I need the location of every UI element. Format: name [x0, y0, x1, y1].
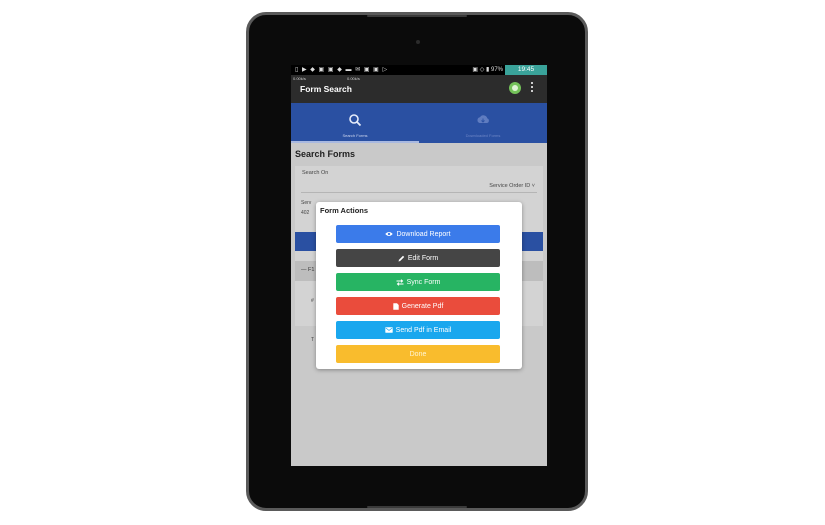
button-label: Send Pdf in Email: [395, 326, 452, 334]
bottom-speaker: [367, 506, 467, 508]
tab-search-forms[interactable]: Search Forms: [291, 103, 419, 143]
system-status: ▣ ◇ ▮ 97%: [472, 67, 503, 73]
status-bar: ▯ ▶ ◆ ▣ ▣ ◆ ▬ ✉ ▣ ▣ ▷ ▣ ◇ ▮ 97% 19:45: [291, 65, 547, 75]
page-title: Form Search: [300, 84, 352, 94]
clock: 19:45: [505, 65, 547, 75]
app-bar: 0.00k/s 0.00k/s Form Search: [291, 75, 547, 103]
notification-icons: ▯ ▶ ◆ ▣ ▣ ◆ ▬ ✉ ▣ ▣ ▷: [295, 67, 389, 73]
button-label: Done: [409, 350, 427, 358]
download-report-button[interactable]: Download Report: [336, 225, 500, 243]
tablet-frame: ▯ ▶ ◆ ▣ ▣ ◆ ▬ ✉ ▣ ▣ ▷ ▣ ◇ ▮ 97% 19:45 0.…: [246, 12, 588, 511]
eye-icon: [385, 232, 394, 236]
cloud-download-icon: [477, 115, 489, 123]
form-actions-dialog: Form Actions Download Report Edit Form S: [316, 202, 522, 369]
sync-form-button[interactable]: Sync Form: [336, 273, 500, 291]
file-icon: [392, 302, 399, 310]
button-label: Edit Form: [407, 254, 439, 262]
done-button[interactable]: Done: [336, 345, 500, 363]
pencil-icon: [398, 255, 405, 261]
tab-downloaded-forms[interactable]: Downloaded Forms: [419, 103, 547, 143]
tab-label: Downloaded Forms: [465, 133, 501, 138]
button-label: Sync Form: [406, 278, 441, 286]
search-icon: [349, 114, 362, 127]
send-pdf-email-button[interactable]: Send Pdf in Email: [336, 321, 500, 339]
sync-icon: [396, 278, 404, 286]
button-label: Generate Pdf: [401, 302, 444, 310]
dialog-title: Form Actions: [320, 206, 369, 215]
tab-label: Search Forms: [342, 133, 368, 138]
tab-bar: Search Forms Downloaded Forms: [291, 103, 547, 143]
email-icon: [384, 327, 393, 333]
network-speed-right: 0.00k/s: [347, 76, 360, 81]
front-camera: [416, 40, 420, 44]
edit-form-button[interactable]: Edit Form: [336, 249, 500, 267]
button-label: Download Report: [396, 230, 451, 238]
device-screen: ▯ ▶ ◆ ▣ ▣ ◆ ▬ ✉ ▣ ▣ ▷ ▣ ◇ ▮ 97% 19:45 0.…: [291, 65, 547, 466]
generate-pdf-button[interactable]: Generate Pdf: [336, 297, 500, 315]
avatar[interactable]: [509, 82, 521, 94]
top-speaker: [367, 15, 467, 17]
network-speed-left: 0.00k/s: [293, 76, 306, 81]
more-vert-icon[interactable]: [531, 82, 533, 94]
